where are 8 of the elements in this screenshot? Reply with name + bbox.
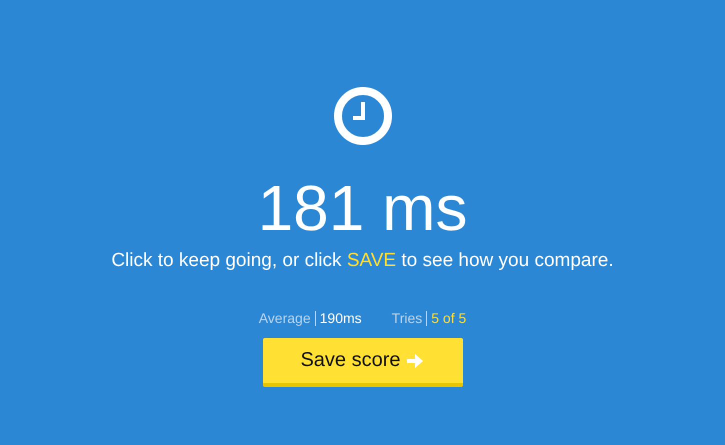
stat-label: Tries xyxy=(392,310,422,326)
instruction-text: Click to keep going, or click SAVE to see how you compare. xyxy=(111,250,614,272)
clock-icon xyxy=(332,86,392,146)
stat-value: 190ms xyxy=(320,310,362,326)
stat-value: 5 of 5 xyxy=(431,310,466,326)
reaction-time: 181 ms xyxy=(258,176,468,240)
save-score-button[interactable]: Save score xyxy=(262,338,462,387)
stat-label: Average xyxy=(258,310,311,326)
